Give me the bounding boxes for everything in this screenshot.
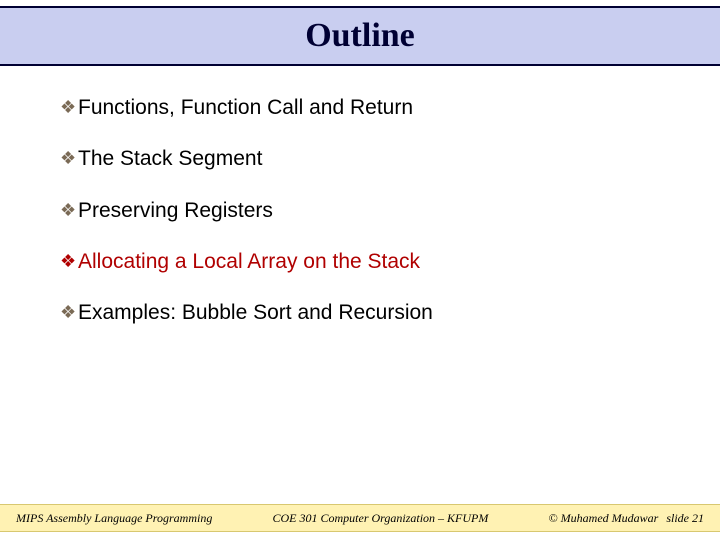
bullet-text: Examples: Bubble Sort and Recursion	[78, 299, 433, 326]
footer-slide-number: slide 21	[666, 511, 704, 526]
bullet-item: ❖ The Stack Segment	[60, 145, 660, 172]
title-bar: Outline	[0, 6, 720, 66]
diamond-bullet-icon: ❖	[60, 248, 78, 275]
bullet-item: ❖ Functions, Function Call and Return	[60, 94, 660, 121]
footer-mid: COE 301 Computer Organization – KFUPM	[212, 511, 548, 526]
bullet-item: ❖ Preserving Registers	[60, 197, 660, 224]
diamond-bullet-icon: ❖	[60, 145, 78, 172]
footer-right: © Muhamed Mudawar slide 21	[549, 511, 704, 526]
bullet-text: Functions, Function Call and Return	[78, 94, 413, 121]
diamond-bullet-icon: ❖	[60, 94, 78, 121]
bullet-text: Allocating a Local Array on the Stack	[78, 248, 420, 275]
bullet-item-active: ❖ Allocating a Local Array on the Stack	[60, 248, 660, 275]
diamond-bullet-icon: ❖	[60, 299, 78, 326]
bullet-text: Preserving Registers	[78, 197, 273, 224]
footer-left: MIPS Assembly Language Programming	[16, 511, 212, 526]
diamond-bullet-icon: ❖	[60, 197, 78, 224]
bullet-item: ❖ Examples: Bubble Sort and Recursion	[60, 299, 660, 326]
content-area: ❖ Functions, Function Call and Return ❖ …	[0, 66, 720, 326]
slide-title: Outline	[305, 17, 415, 55]
footer-author: © Muhamed Mudawar	[549, 511, 659, 526]
footer-bar: MIPS Assembly Language Programming COE 3…	[0, 504, 720, 532]
bullet-text: The Stack Segment	[78, 145, 262, 172]
